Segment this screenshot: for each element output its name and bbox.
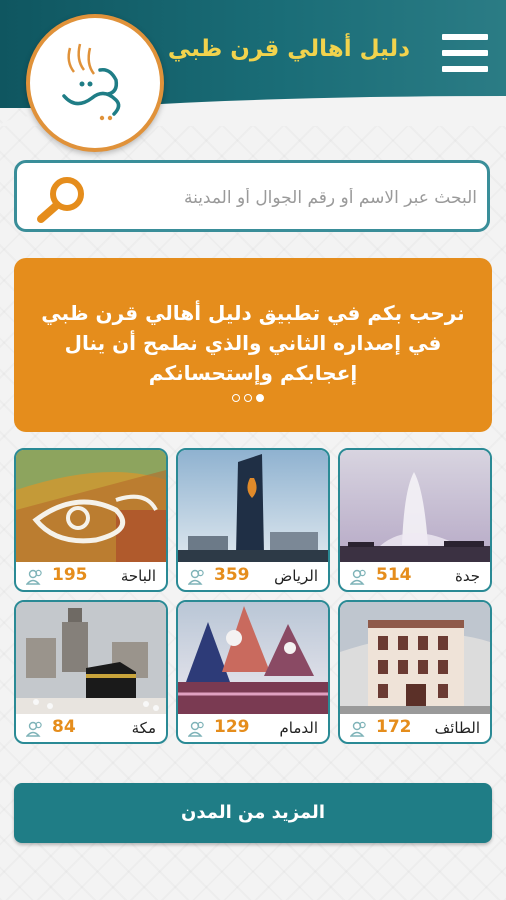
users-icon xyxy=(188,721,204,737)
users-icon xyxy=(26,569,42,585)
city-photo-mosaic xyxy=(16,450,166,562)
users-icon xyxy=(350,721,366,737)
search-icon[interactable] xyxy=(33,175,91,223)
slider-dots xyxy=(232,394,264,402)
users-icon xyxy=(26,721,42,737)
city-card-footer: الرياض 359 xyxy=(178,562,328,590)
city-member-count: 84 xyxy=(52,717,76,737)
city-photo-tower xyxy=(178,450,328,562)
city-name: الباحة xyxy=(120,567,156,585)
search-box xyxy=(14,160,490,232)
users-icon xyxy=(350,569,366,585)
city-card-baha[interactable]: الباحة 195 xyxy=(14,448,168,592)
welcome-banner: نرحب بكم في تطبيق دليل أهالي قرن ظبي في … xyxy=(14,258,492,432)
city-name: الرياض xyxy=(274,567,318,585)
users-icon xyxy=(188,569,204,585)
city-member-count: 359 xyxy=(214,565,250,585)
hamburger-menu-icon[interactable] xyxy=(442,32,488,74)
slider-dot[interactable] xyxy=(232,394,240,402)
city-photo-sails xyxy=(178,602,328,714)
city-member-count: 172 xyxy=(376,717,412,737)
slider-dot-active[interactable] xyxy=(256,394,264,402)
city-name: جدة xyxy=(454,567,480,585)
city-name: الطائف xyxy=(434,719,480,737)
city-card-taif[interactable]: الطائف 172 xyxy=(338,600,492,744)
city-member-count: 195 xyxy=(52,565,88,585)
city-card-footer: الباحة 195 xyxy=(16,562,166,590)
city-photo-kaaba xyxy=(16,602,166,714)
slider-dot[interactable] xyxy=(244,394,252,402)
city-card-dammam[interactable]: الدمام 129 xyxy=(176,600,330,744)
city-name: الدمام xyxy=(279,719,318,737)
city-member-count: 514 xyxy=(376,565,412,585)
search-input[interactable] xyxy=(103,177,479,219)
city-card-footer: مكة 84 xyxy=(16,714,166,742)
city-photo-fountain xyxy=(340,450,490,562)
city-card-makkah[interactable]: مكة 84 xyxy=(14,600,168,744)
city-photo-building xyxy=(340,602,490,714)
banner-text: نرحب بكم في تطبيق دليل أهالي قرن ظبي في … xyxy=(41,301,465,385)
city-card-footer: الدمام 129 xyxy=(178,714,328,742)
city-member-count: 129 xyxy=(214,717,250,737)
city-card-footer: جدة 514 xyxy=(340,562,490,590)
city-card-riyadh[interactable]: الرياض 359 xyxy=(176,448,330,592)
city-card-footer: الطائف 172 xyxy=(340,714,490,742)
more-cities-button[interactable]: المزيد من المدن xyxy=(14,783,492,843)
app-title: دليل أهالي قرن ظبي xyxy=(167,36,410,62)
city-card-jeddah[interactable]: جدة 514 xyxy=(338,448,492,592)
city-name: مكة xyxy=(131,719,156,737)
app-logo xyxy=(26,14,164,152)
